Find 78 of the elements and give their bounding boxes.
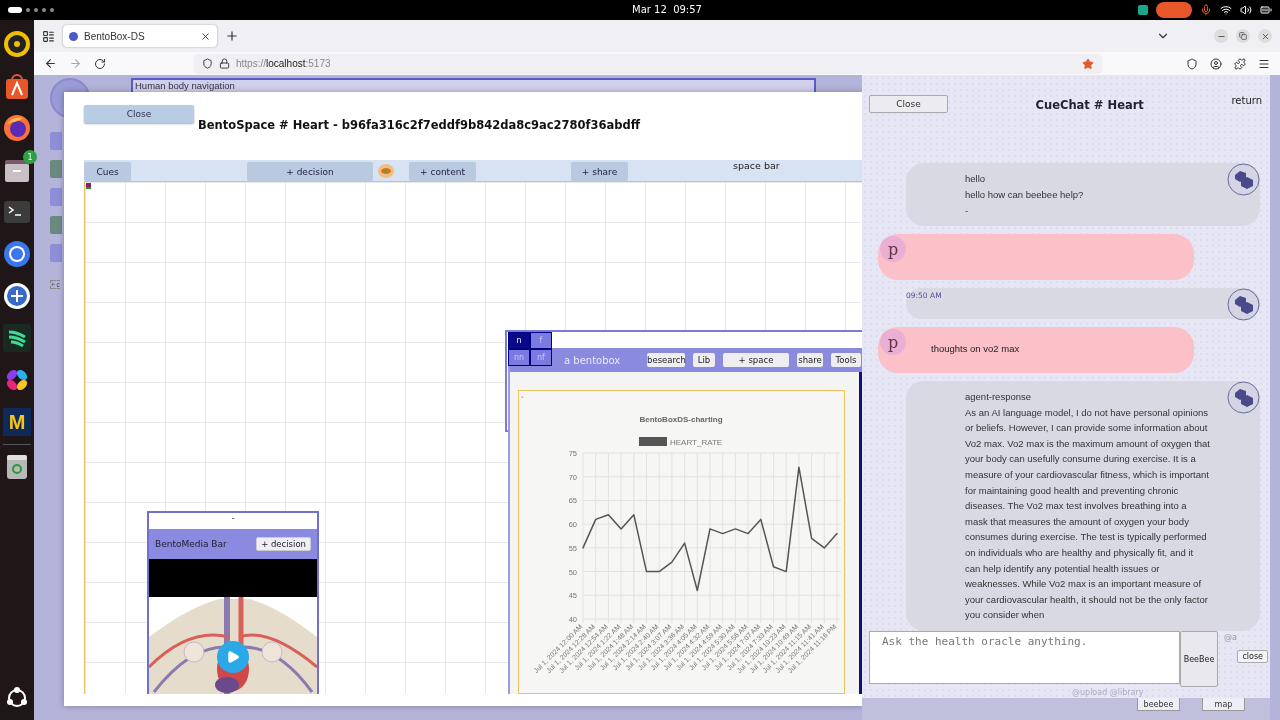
microphone-icon [1200, 4, 1212, 16]
restore-button[interactable] [1236, 29, 1250, 43]
terminal-icon[interactable] [3, 198, 31, 226]
view-tab[interactable]: n [508, 332, 530, 349]
waves-icon[interactable] [3, 324, 31, 352]
close-tab-icon[interactable] [200, 30, 211, 42]
restore-icon [1239, 32, 1247, 40]
message-text: thoughts on vo2 max [931, 343, 1020, 355]
bookmark-star-icon[interactable] [1082, 57, 1094, 70]
play-icon [226, 650, 240, 664]
close-button[interactable]: Close [84, 105, 194, 123]
user-avatar: p [880, 236, 906, 263]
chart-title: BentoBoxDS-charting [639, 415, 723, 424]
screen-share-indicator[interactable] [1156, 2, 1192, 18]
close-button[interactable]: close [1237, 650, 1268, 663]
new-tab-icon[interactable] [225, 29, 239, 43]
legend-swatch [639, 437, 667, 446]
close-icon [1260, 31, 1270, 41]
shield-icon [202, 58, 213, 69]
minimize-button[interactable] [1214, 29, 1228, 43]
chat-bubble-icon[interactable] [3, 240, 31, 268]
send-button[interactable]: BeeBee [1180, 631, 1218, 687]
bottom-button[interactable]: beebee [1137, 698, 1180, 711]
app-indicator-icon [1138, 5, 1148, 15]
speaker-icon[interactable] [3, 30, 31, 58]
decision-button[interactable]: + decision [256, 537, 311, 551]
bottom-button[interactable]: map [1202, 698, 1245, 711]
back-icon[interactable] [44, 57, 57, 70]
return-link[interactable]: return [1231, 95, 1262, 106]
reload-icon[interactable] [94, 57, 106, 70]
letter-app-icon[interactable]: M [3, 408, 31, 436]
bentobox-button[interactable]: + space [723, 353, 789, 367]
url-text: https://localhost:5173 [236, 58, 332, 69]
bentobox-button[interactable]: Tools [831, 353, 861, 367]
message-text: - [965, 203, 970, 218]
bentobox-button[interactable]: besearch [647, 353, 685, 367]
volume-icon [1240, 4, 1252, 16]
account-icon[interactable] [1210, 57, 1222, 70]
lock-icon [219, 58, 230, 69]
media-bar-title: BentoMedia Bar [155, 539, 227, 549]
bentobox-button[interactable]: Lib [693, 353, 715, 367]
sun-icon[interactable] [377, 162, 395, 179]
battery-icon [1260, 4, 1272, 16]
close-button[interactable]: Close [869, 95, 948, 113]
browser-tab[interactable]: BentoBox-DS [63, 25, 217, 47]
activities-indicator[interactable] [8, 7, 22, 13]
message-text: hello how can beebee help? [965, 187, 1085, 202]
user-avatar: p [880, 329, 906, 356]
app-icon[interactable] [3, 282, 31, 310]
message-text: hello [965, 172, 987, 187]
message-input[interactable]: Ask the health oracle anything. [869, 631, 1180, 684]
extensions-icon[interactable] [1234, 57, 1246, 70]
panel-header: - [230, 513, 236, 525]
panel-title: BentoSpace # Heart - b96fa316c2f7eddf9b842da8c9ac2780f36abdff [198, 118, 641, 132]
apps-grid-icon[interactable] [5, 686, 29, 710]
toolbar-button[interactable]: Cues [84, 162, 131, 181]
bentobox-title: a bentobox [564, 354, 622, 366]
close-button[interactable] [1258, 29, 1272, 43]
shopping-bag-icon[interactable] [3, 72, 31, 100]
tab-list-icon[interactable] [42, 29, 55, 43]
bentobox-button[interactable]: share [797, 353, 823, 367]
chat-title: CueChat # Heart [1034, 98, 1145, 112]
legend-label: HEART_RATE [670, 438, 723, 447]
message-text: agent-response [965, 390, 1033, 405]
toolbar-label: space bar [733, 160, 780, 171]
wifi-icon [1220, 4, 1232, 16]
menu-icon[interactable] [1258, 57, 1270, 70]
message-text: As an AI language model, I do not have personal opinions or beliefs. However, I can provide some information about Vo2 max. Vo2 max is the maximum amount of oxygen that your body can usefully consume during exercise. It is a measure of your cardiovascular fitness, which is important for maintaining good health and preventing chronic diseases. The Vo2 max test involves breathing into a mask that measures the amount of oxygen your body consumes during exercise. The test is typically performed on individuals who are healthy and physically fit, and it can help identify any potential health issues or weaknesses. While Vo2 max is an important measure of your cardiovascular health, it should not be the only factor you consider when [965, 405, 1210, 623]
corner-marker-icon [86, 183, 91, 189]
toolbar-button[interactable]: + content [409, 162, 476, 181]
clock: Mar 12 09:57 [632, 4, 702, 15]
toolbar-button[interactable]: + decision [247, 162, 373, 181]
address-bar[interactable]: https://localhost:5173 [194, 53, 1102, 74]
notification-badge: 1 [23, 150, 37, 164]
mention-label: @a [1224, 633, 1237, 642]
toolbar-button[interactable]: + share [571, 162, 628, 181]
favicon-icon [69, 31, 78, 41]
browser-icon[interactable] [3, 114, 31, 142]
